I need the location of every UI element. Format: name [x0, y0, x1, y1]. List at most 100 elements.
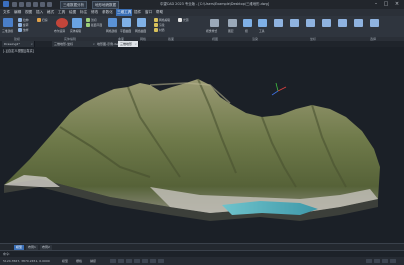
- workspace-icon[interactable]: [374, 259, 380, 263]
- ribbon-label-section-plane: 截面平面: [91, 23, 103, 27]
- ortho-icon[interactable]: [110, 259, 116, 263]
- menu-item-dimension[interactable]: 标注: [79, 9, 88, 16]
- ucs-world-icon[interactable]: [290, 19, 299, 27]
- redo-icon[interactable]: [47, 2, 52, 7]
- ribbon-label-revolve: 旋转: [23, 23, 29, 27]
- ribbon-label-material: 材质: [159, 28, 165, 32]
- terrain-model: [4, 78, 380, 221]
- menu-item-format[interactable]: 格式: [46, 9, 55, 16]
- ribbon-label-visual-style: 视觉样式: [206, 29, 218, 33]
- tools-icon[interactable]: [258, 19, 267, 27]
- ucs-origin-icon[interactable]: [306, 19, 315, 27]
- doc-tab-label: 三维地形: [120, 42, 133, 46]
- otrack-icon[interactable]: [134, 259, 140, 263]
- doc-tab-label: 三维地形-坐标: [54, 42, 74, 46]
- ribbon-label-extrude: 拉伸: [23, 18, 29, 22]
- menu-item-tools[interactable]: 工具: [57, 9, 66, 16]
- ribbon-label-tools: 工具: [259, 29, 265, 33]
- mesh-edit-icon[interactable]: [154, 18, 158, 22]
- ucs-axis-icon: [271, 82, 287, 96]
- terrain-surface: [4, 79, 380, 213]
- ribbon-label-mesh: 网格建模: [106, 29, 118, 33]
- box-solid-icon[interactable]: [3, 18, 13, 27]
- section-plane-icon[interactable]: [86, 23, 90, 27]
- loft-icon[interactable]: [18, 28, 22, 32]
- ucs-icon[interactable]: [274, 19, 283, 27]
- coordinate-readout: 5124.3567, 3870.2451, 0.0000: [3, 259, 50, 263]
- menu-item-plugins[interactable]: 插件: [133, 9, 142, 16]
- ribbon-label-network-surface: 网络曲面: [135, 29, 147, 33]
- menu-item-insert[interactable]: 插入: [35, 9, 44, 16]
- boolean-union-icon[interactable]: [56, 18, 68, 28]
- menu-item-file[interactable]: 文件: [2, 9, 11, 16]
- ribbon-label-solid-edit: 实体编辑: [70, 29, 82, 33]
- menu-item-window[interactable]: 窗口: [144, 9, 153, 16]
- ribbon-label-mesh-edit: 网格编辑: [159, 18, 171, 22]
- minimize-icon[interactable]: –: [372, 1, 380, 7]
- planar-surface-icon[interactable]: [122, 18, 131, 27]
- customize-icon[interactable]: [390, 259, 396, 263]
- title-tab-1[interactable]: 地形地貌数据: [92, 1, 119, 9]
- slice-icon[interactable]: [86, 18, 90, 22]
- ucs-view-icon[interactable]: [322, 19, 331, 27]
- menu-item-3d-tools[interactable]: 三维工具: [116, 9, 133, 16]
- window-title: 中望CAD 2023 专业版 - [C:\Users\Example\Deskt…: [160, 2, 270, 6]
- ribbon-label-boolean: 布尔运算: [54, 29, 66, 33]
- ucs-object-icon[interactable]: [338, 19, 347, 27]
- material-icon[interactable]: [154, 28, 158, 32]
- close-icon[interactable]: ×: [393, 1, 401, 7]
- polar-icon[interactable]: [118, 259, 124, 263]
- title-bar: 三维数据分析 地形地貌数据 中望CAD 2023 专业版 - [C:\Users…: [0, 0, 404, 9]
- solid-edit-icon[interactable]: [72, 18, 82, 28]
- menu-item-modify[interactable]: 修改: [90, 9, 99, 16]
- ribbon-label-render: 渲染: [159, 23, 165, 27]
- menu-item-view[interactable]: 视图: [24, 9, 33, 16]
- menu-bar: 文件 编辑 视图 插入 格式 工具 绘图 标注 修改 参数化 三维工具 插件 窗…: [0, 9, 404, 16]
- ribbon-label-layer: 图层: [228, 29, 234, 33]
- app-logo-icon[interactable]: [3, 1, 9, 7]
- select-filter-icon[interactable]: [370, 19, 379, 27]
- ribbon-label-planar-surface: 平面曲面: [120, 29, 132, 33]
- doc-tab-label: Drawing1*: [4, 42, 20, 46]
- status-model[interactable]: 模型: [62, 257, 68, 265]
- group-icon[interactable]: [243, 19, 252, 27]
- ribbon-toolbar: 三维建模 拉伸 旋转 放样 扫掠 布尔运算 实体编辑 剖切 截面平面 网格建模 …: [0, 16, 404, 38]
- network-surface-icon[interactable]: [137, 18, 146, 27]
- layer-icon[interactable]: [228, 19, 237, 27]
- mesh-modeling-icon[interactable]: [108, 18, 117, 27]
- lineweight-icon[interactable]: [142, 259, 148, 263]
- annotation-scale-icon[interactable]: [366, 259, 372, 263]
- status-bar: 5124.3567, 3870.2451, 0.0000 模型 栅格 捕捉: [0, 257, 404, 265]
- status-snap[interactable]: 捕捉: [90, 257, 96, 265]
- extrude-icon[interactable]: [18, 18, 22, 22]
- ribbon-label-group: 组: [245, 29, 248, 33]
- open-file-icon[interactable]: [19, 2, 24, 7]
- sweep-icon[interactable]: [37, 18, 41, 22]
- light-icon[interactable]: [178, 18, 182, 22]
- ribbon-label-slice: 剖切: [91, 18, 97, 22]
- title-tab-0[interactable]: 三维数据分析: [60, 1, 87, 9]
- undo-icon[interactable]: [40, 2, 45, 7]
- render-icon[interactable]: [154, 23, 158, 27]
- menu-item-draw[interactable]: 绘图: [68, 9, 77, 16]
- osnap-icon[interactable]: [126, 259, 132, 263]
- new-file-icon[interactable]: [12, 2, 17, 7]
- ribbon-label-modeling: 三维建模: [2, 29, 14, 33]
- ribbon-label-light: 光源: [183, 18, 189, 22]
- print-icon[interactable]: [33, 2, 38, 7]
- transparency-icon[interactable]: [150, 259, 156, 263]
- maximize-icon[interactable]: □: [382, 1, 390, 7]
- revolve-icon[interactable]: [18, 23, 22, 27]
- status-grid[interactable]: 栅格: [76, 257, 82, 265]
- fullscreen-icon[interactable]: [382, 259, 388, 263]
- menu-item-help[interactable]: 帮助: [155, 9, 164, 16]
- ucs-face-icon[interactable]: [354, 19, 363, 27]
- menu-item-parametric[interactable]: 参数化: [101, 9, 114, 16]
- model-viewport[interactable]: [-][自定义视图][真实]: [0, 47, 404, 243]
- menu-item-edit[interactable]: 编辑: [13, 9, 22, 16]
- ribbon-label-sweep: 扫掠: [42, 18, 48, 22]
- save-icon[interactable]: [26, 2, 31, 7]
- selection-cycling-icon[interactable]: [158, 259, 164, 263]
- visual-style-icon[interactable]: [210, 19, 219, 27]
- ribbon-label-loft: 放样: [23, 28, 29, 32]
